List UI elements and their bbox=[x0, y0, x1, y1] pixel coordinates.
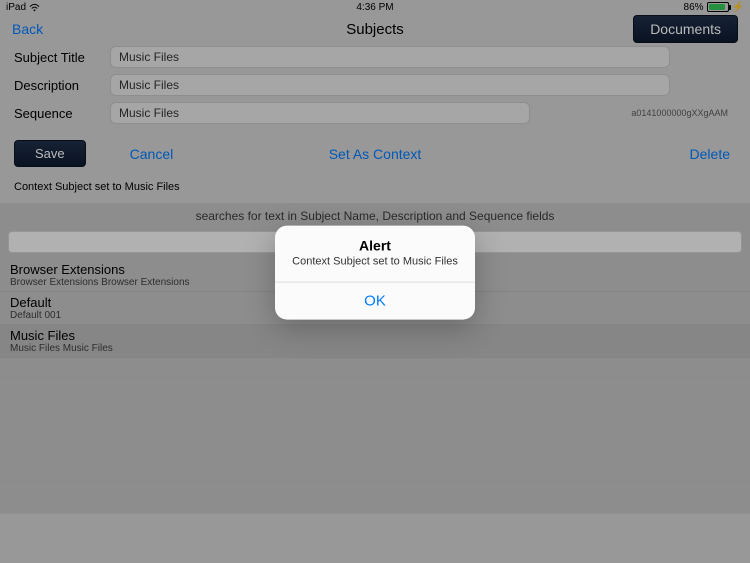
alert-title: Alert bbox=[275, 225, 475, 255]
sequence-id: a0141000000gXXgAAM bbox=[631, 108, 736, 118]
description-input[interactable]: Music Files bbox=[110, 74, 670, 96]
status-bar: iPad 4:36 PM 86% ⚡ bbox=[0, 0, 750, 14]
documents-button[interactable]: Documents bbox=[633, 15, 738, 43]
sequence-label: Sequence bbox=[14, 106, 110, 121]
alert-ok-button[interactable]: OK bbox=[275, 281, 475, 319]
delete-button[interactable]: Delete bbox=[690, 146, 736, 162]
save-button[interactable]: Save bbox=[14, 140, 86, 167]
cancel-button[interactable]: Cancel bbox=[130, 146, 174, 162]
alert-dialog: Alert Context Subject set to Music Files… bbox=[275, 225, 475, 319]
list-item[interactable]: Music Files Music Files Music Files bbox=[0, 325, 750, 358]
alert-message: Context Subject set to Music Files bbox=[275, 255, 475, 281]
list-item-title: Music Files bbox=[10, 328, 740, 343]
page-title: Subjects bbox=[346, 21, 404, 38]
list-empty-row bbox=[0, 358, 750, 384]
set-as-context-button[interactable]: Set As Context bbox=[329, 146, 422, 162]
battery-percentage: 86% bbox=[684, 2, 704, 13]
sequence-input[interactable]: Music Files bbox=[110, 102, 530, 124]
nav-bar: Back Subjects Documents bbox=[0, 14, 750, 44]
list-empty-row bbox=[0, 436, 750, 462]
description-label: Description bbox=[14, 78, 110, 93]
subject-title-input[interactable]: Music Files bbox=[110, 46, 670, 68]
battery-icon bbox=[707, 2, 729, 12]
list-item-sub: Music Files Music Files bbox=[10, 343, 740, 354]
list-empty-row bbox=[0, 384, 750, 410]
subject-title-label: Subject Title bbox=[14, 50, 110, 65]
back-button[interactable]: Back bbox=[12, 21, 43, 37]
list-empty-row bbox=[0, 462, 750, 488]
list-empty-row bbox=[0, 410, 750, 436]
wifi-icon bbox=[29, 3, 40, 12]
device-label: iPad bbox=[6, 2, 26, 13]
charging-icon: ⚡ bbox=[732, 2, 744, 13]
context-status: Context Subject set to Music Files bbox=[0, 177, 750, 203]
clock: 4:36 PM bbox=[356, 2, 393, 13]
list-empty-row bbox=[0, 488, 750, 514]
